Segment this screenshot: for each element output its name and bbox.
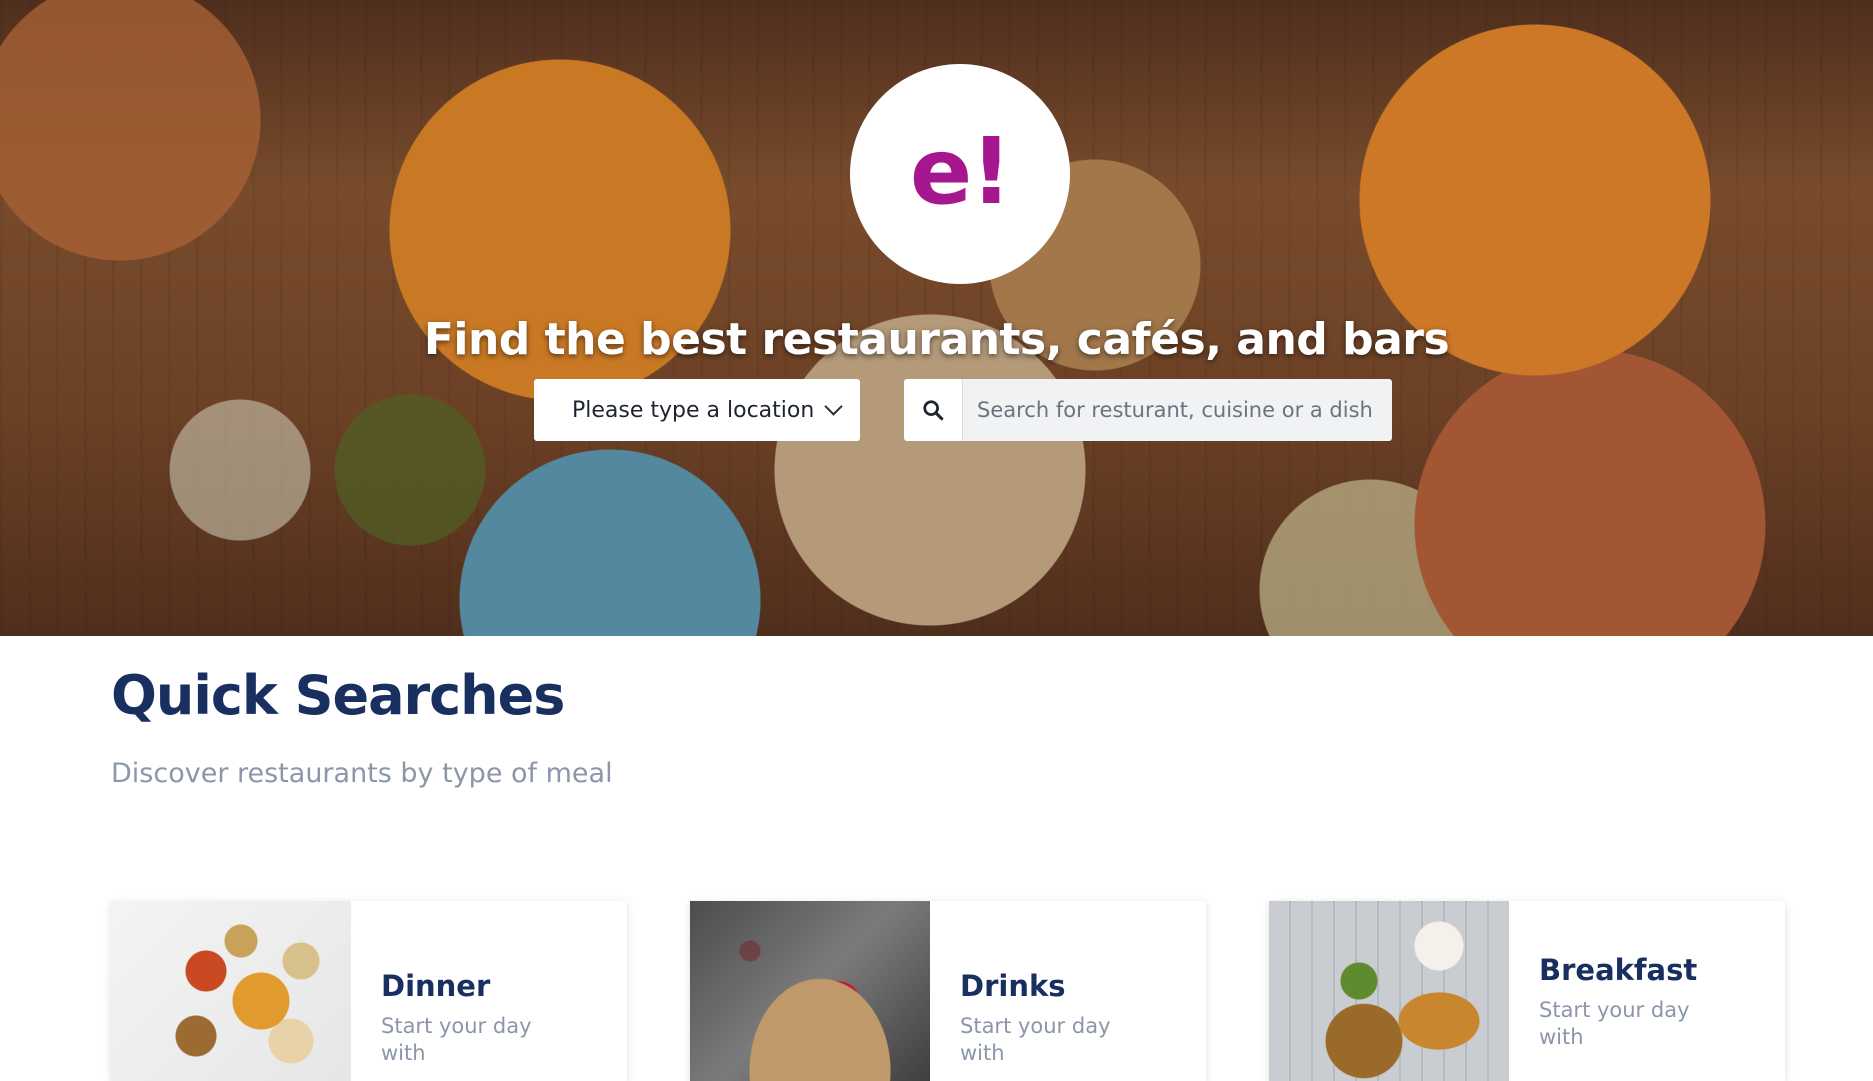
card-description: Start your day with [1539, 998, 1690, 1050]
breakfast-image [1269, 901, 1509, 1081]
card-dinner[interactable]: Dinner Start your day with [111, 901, 627, 1081]
card-title: Dinner [381, 969, 491, 1003]
dinner-image [111, 901, 351, 1081]
card-drinks[interactable]: Drinks Start your day with [690, 901, 1206, 1081]
search-input[interactable] [963, 379, 1392, 441]
chevron-down-icon [824, 397, 843, 416]
card-breakfast[interactable]: Breakfast Start your day with [1269, 901, 1785, 1081]
search-box [904, 379, 1392, 441]
quick-searches-title: Quick Searches [111, 664, 565, 727]
search-icon[interactable] [904, 379, 963, 441]
hero-title: Find the best restaurants, cafés, and ba… [423, 314, 1450, 366]
card-description: Start your day with [960, 1014, 1111, 1066]
drinks-image [690, 901, 930, 1081]
card-title: Drinks [960, 969, 1066, 1003]
logo[interactable]: e! [850, 64, 1070, 284]
location-dropdown[interactable]: Please type a location [534, 379, 860, 441]
card-title: Breakfast [1539, 953, 1698, 987]
quick-searches-subtitle: Discover restaurants by type of meal [111, 758, 613, 789]
logo-text: e! [909, 117, 1012, 225]
card-description: Start your day with [381, 1014, 532, 1066]
location-placeholder: Please type a location [572, 397, 815, 423]
